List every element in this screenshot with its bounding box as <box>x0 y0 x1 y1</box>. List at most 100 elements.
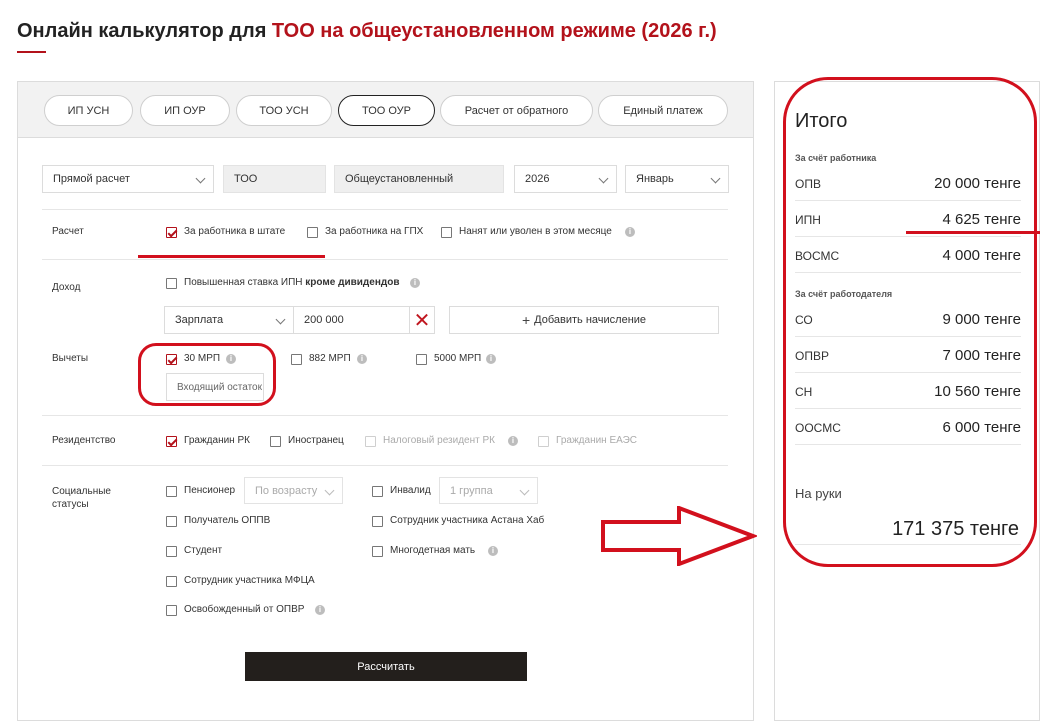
tab-too-our[interactable]: ТОО ОУР <box>338 95 435 126</box>
checkbox-higher-ipn-rate[interactable] <box>166 278 177 289</box>
info-icon[interactable]: i <box>315 605 325 615</box>
higher-ipn-plain: Повышенная ставка ИПН <box>184 277 306 288</box>
info-icon[interactable]: i <box>486 354 496 364</box>
regime-field: Общеустановленный <box>334 165 504 193</box>
page-title: Онлайн калькулятор для ТОО на общеустано… <box>17 20 717 43</box>
add-accrual-label: Добавить начисление <box>534 314 647 326</box>
option-5000-mrp: 5000 МРП <box>434 353 482 364</box>
income-amount-input[interactable]: 200 000 <box>293 306 410 334</box>
calculator-panel: ИП УСН ИП ОУР ТОО УСН ТОО ОУР Расчет от … <box>17 81 754 721</box>
checkbox-student[interactable] <box>166 546 177 557</box>
divider <box>42 415 728 416</box>
option-opvr-exempt: Освобожденный от ОПВР <box>184 604 305 615</box>
checkbox-hired-fired[interactable] <box>441 227 452 238</box>
residency-label: Резидентство <box>52 435 116 446</box>
pension-type-select: По возрасту <box>244 477 343 504</box>
calculate-button[interactable]: Рассчитать <box>245 652 527 681</box>
info-icon[interactable]: i <box>508 436 518 446</box>
checkbox-opvr-exempt[interactable] <box>166 605 177 616</box>
chevron-down-icon <box>519 485 530 496</box>
chevron-down-icon <box>195 173 206 184</box>
add-accrual-button[interactable]: + Добавить начисление <box>449 306 719 334</box>
info-icon[interactable]: i <box>625 227 635 237</box>
close-icon[interactable]: ✕ <box>409 306 435 334</box>
annotation-circle-summary <box>783 77 1037 567</box>
divider <box>42 209 728 210</box>
income-type-value: Зарплата <box>175 314 224 326</box>
calc-type-select[interactable]: Прямой расчет <box>42 165 214 193</box>
option-foreigner: Иностранец <box>288 435 344 446</box>
title-underline <box>17 51 46 53</box>
option-mfca: Сотрудник участника МФЦА <box>184 575 315 586</box>
checkbox-disabled[interactable] <box>372 486 383 497</box>
month-value: Январь <box>636 173 674 185</box>
option-hired-fired: Нанят или уволен в этом месяце <box>459 226 612 237</box>
chevron-down-icon <box>598 173 609 184</box>
checkbox-staff-employee[interactable] <box>166 227 177 238</box>
divider <box>42 465 728 466</box>
option-disabled: Инвалид <box>390 485 431 496</box>
option-oppv-recipient: Получатель ОППВ <box>184 515 271 526</box>
info-icon[interactable]: i <box>488 546 498 556</box>
tab-too-usn[interactable]: ТОО УСН <box>236 95 332 126</box>
tab-reverse-calc[interactable]: Расчет от обратного <box>440 95 593 126</box>
checkbox-tax-resident <box>365 436 376 447</box>
pension-type-value: По возрасту <box>255 484 318 497</box>
option-student: Студент <box>184 545 223 556</box>
option-pensioner: Пенсионер <box>184 485 236 496</box>
checkbox-5000-mrp[interactable] <box>416 354 427 365</box>
regime-value: Общеустановленный <box>345 173 454 185</box>
annotation-arrow-icon <box>601 506 757 566</box>
info-icon[interactable]: i <box>357 354 367 364</box>
option-higher-ipn-rate: Повышенная ставка ИПН кроме дивидендов <box>184 277 399 288</box>
calc-type-value: Прямой расчет <box>53 173 130 185</box>
social-status-label-line1: Социальные <box>52 486 111 497</box>
plus-icon: + <box>521 312 531 328</box>
checkbox-pensioner[interactable] <box>166 486 177 497</box>
checkbox-882-mrp[interactable] <box>291 354 302 365</box>
deductions-label: Вычеты <box>52 353 89 364</box>
higher-ipn-bold: кроме дивидендов <box>305 277 400 288</box>
option-eaeu-citizen: Гражданин ЕАЭС <box>556 435 638 446</box>
option-882-mrp: 882 МРП <box>309 353 351 364</box>
annotation-circle-deductions <box>138 343 276 406</box>
tab-single-payment[interactable]: Единый платеж <box>598 95 728 126</box>
tab-ip-our[interactable]: ИП ОУР <box>140 95 230 126</box>
checkbox-oppv-recipient[interactable] <box>166 516 177 527</box>
chevron-down-icon <box>710 173 721 184</box>
option-tax-resident: Налоговый резидент РК <box>383 435 495 446</box>
tab-ip-usn[interactable]: ИП УСН <box>44 95 133 126</box>
checkbox-mfca[interactable] <box>166 576 177 587</box>
checkbox-astana-hub[interactable] <box>372 516 383 527</box>
month-select[interactable]: Январь <box>625 165 729 193</box>
option-astana-hub: Сотрудник участника Астана Хаб <box>390 515 545 526</box>
income-label: Доход <box>52 282 81 293</box>
year-value: 2026 <box>525 173 550 185</box>
entity-field: ТОО <box>223 165 326 193</box>
chevron-down-icon <box>324 485 335 496</box>
social-status-label-line2: статусы <box>52 499 89 510</box>
annotation-underline <box>906 231 1040 234</box>
option-staff-employee: За работника в штате <box>184 226 286 237</box>
info-icon[interactable]: i <box>410 278 420 288</box>
social-status-label: Социальные статусы <box>52 485 111 511</box>
calculation-label: Расчет <box>52 226 84 237</box>
divider <box>42 259 728 260</box>
disability-group-value: 1 группа <box>450 484 493 497</box>
checkbox-kz-citizen[interactable] <box>166 436 177 447</box>
summary-panel: Итого За счёт работника ОПВ 20 000 тенге… <box>774 77 1040 721</box>
regime-tabbar: ИП УСН ИП ОУР ТОО УСН ТОО ОУР Расчет от … <box>18 82 753 138</box>
entity-value: ТОО <box>234 173 258 185</box>
option-large-family: Многодетная мать <box>390 545 476 556</box>
income-amount-value: 200 000 <box>304 314 344 326</box>
checkbox-eaeu-citizen <box>538 436 549 447</box>
chevron-down-icon <box>275 314 286 325</box>
disability-group-select: 1 группа <box>439 477 538 504</box>
checkbox-large-family[interactable] <box>372 546 383 557</box>
page-title-accent: ТОО на общеустановленном режиме (2026 г.… <box>271 20 717 42</box>
income-type-select[interactable]: Зарплата <box>164 306 294 334</box>
option-kz-citizen: Гражданин РК <box>184 435 250 446</box>
checkbox-foreigner[interactable] <box>270 436 281 447</box>
year-select[interactable]: 2026 <box>514 165 617 193</box>
checkbox-gph-employee[interactable] <box>307 227 318 238</box>
